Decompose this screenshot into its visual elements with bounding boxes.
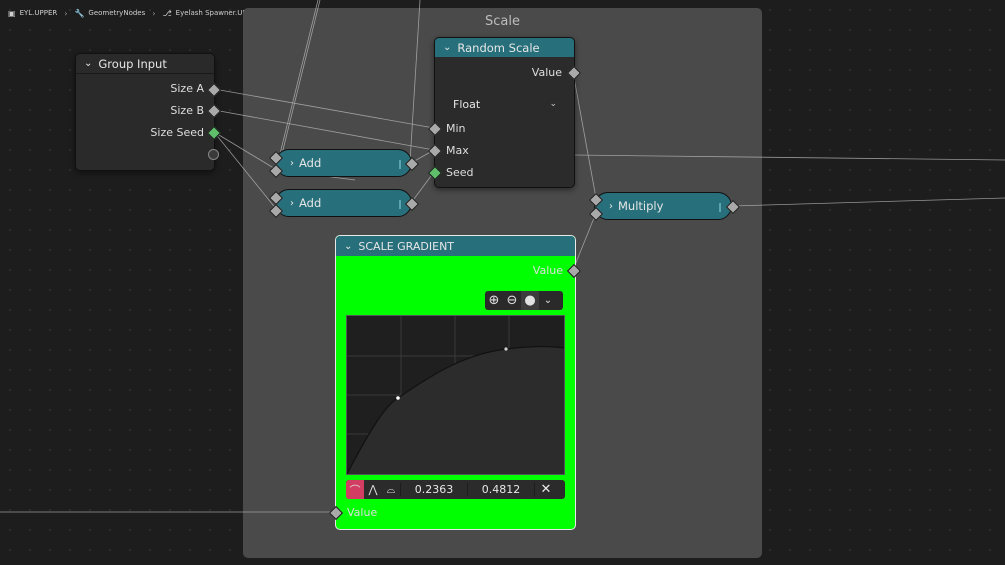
zoom-in-icon[interactable]: ⊕: [485, 291, 503, 310]
chevron-right-icon[interactable]: ›: [609, 201, 613, 212]
group-input-header[interactable]: ⌄ Group Input: [76, 54, 214, 74]
free-handle-icon[interactable]: ⌓: [382, 480, 400, 499]
object-icon: ▣: [8, 8, 16, 18]
socket-label-output-value: Value: [532, 264, 563, 277]
point-y-field[interactable]: 0.4812: [467, 483, 534, 496]
chevron-down-icon[interactable]: ⌄: [539, 291, 557, 310]
chevron-right-icon[interactable]: ›: [290, 198, 294, 209]
scale-gradient-header[interactable]: ⌄ SCALE GRADIENT: [336, 236, 575, 256]
point-x-field[interactable]: 0.2363: [400, 483, 467, 496]
socket-label-seed: Seed: [446, 166, 474, 179]
add-node-2-label: Add: [299, 196, 322, 210]
dot-icon[interactable]: ●: [521, 291, 539, 310]
wrench-icon: 🔧: [74, 8, 85, 18]
multiply-node[interactable]: › Multiply: [594, 192, 732, 220]
random-scale-header[interactable]: ⌄ Random Scale: [435, 38, 574, 57]
add-node-1[interactable]: › Add: [275, 149, 412, 177]
curve-graph[interactable]: [346, 316, 565, 475]
group-input-node[interactable]: ⌄ Group Input Size A Size B Size Seed: [75, 53, 215, 171]
curve-point: [504, 347, 508, 351]
breadcrumb-object[interactable]: EYL.UPPER: [20, 9, 58, 17]
chevron-right-icon: ›: [152, 8, 156, 18]
add-node-2[interactable]: › Add: [275, 189, 412, 217]
add-node-1-label: Add: [299, 156, 322, 170]
socket-label-size-a: Size A: [170, 82, 204, 95]
chevron-down-icon[interactable]: ⌄: [84, 58, 92, 69]
node-grip-icon: [399, 160, 401, 169]
socket-label-value: Value: [531, 66, 562, 79]
socket-label-max: Max: [446, 144, 469, 157]
node-tree-icon: ⎇: [162, 8, 172, 18]
curve-toolbar: ⊕ ⊖ ● ⌄: [485, 291, 563, 310]
chevron-down-icon[interactable]: ⌄: [344, 241, 352, 252]
node-grip-icon: [399, 200, 401, 209]
socket-label-size-seed: Size Seed: [150, 126, 204, 139]
socket-label-min: Min: [446, 122, 466, 135]
multiply-node-label: Multiply: [618, 199, 664, 213]
breadcrumb: ▣ EYL.UPPER › 🔧 GeometryNodes › ⎇ Eyelas…: [8, 6, 260, 20]
node-grip-icon: [719, 203, 721, 212]
curve-point-selected: [396, 396, 400, 400]
socket-label-input-value: Value: [347, 506, 378, 519]
chevron-down-icon: ⌄: [549, 99, 557, 109]
random-scale-title: Random Scale: [457, 40, 540, 55]
chevron-right-icon: ›: [64, 8, 68, 18]
socket-label-size-b: Size B: [170, 104, 204, 117]
scale-gradient-node[interactable]: ⌄ SCALE GRADIENT Value ⊕ ⊖ ● ⌄ ⌒ ⋀ ⌓ 0.2…: [335, 235, 576, 530]
chevron-down-icon[interactable]: ⌄: [443, 42, 451, 53]
zoom-out-icon[interactable]: ⊖: [503, 291, 521, 310]
data-type-select[interactable]: Float ⌄: [443, 94, 565, 114]
breadcrumb-modifier[interactable]: GeometryNodes: [88, 9, 145, 17]
vector-handle-icon[interactable]: ⋀: [364, 480, 382, 499]
data-type-value: Float: [453, 97, 481, 111]
output-socket-empty[interactable]: [208, 149, 219, 160]
scale-gradient-title: SCALE GRADIENT: [358, 239, 455, 253]
random-scale-node[interactable]: ⌄ Random Scale Value Float ⌄ Min Max See…: [434, 37, 575, 188]
chevron-right-icon[interactable]: ›: [290, 158, 294, 169]
curve-point-bar: ⌒ ⋀ ⌓ 0.2363 0.4812 ✕: [346, 480, 565, 499]
curve-mapping-widget[interactable]: [346, 315, 565, 475]
frame-title: Scale: [485, 14, 520, 29]
delete-point-icon[interactable]: ✕: [534, 482, 557, 497]
group-input-title: Group Input: [98, 56, 167, 71]
auto-clamped-handle-icon[interactable]: ⌒: [346, 480, 364, 499]
